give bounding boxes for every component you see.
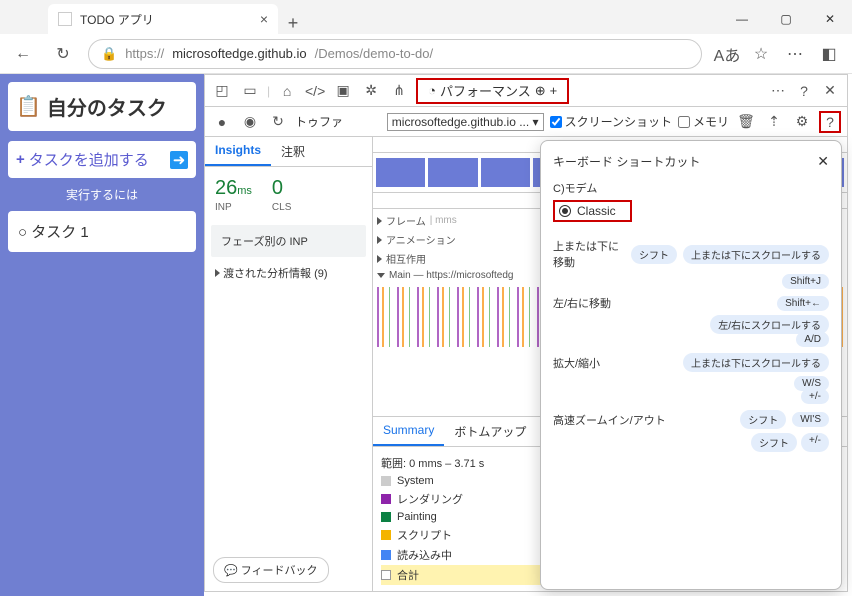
shortcut-row-horiz: 左/右に移動 Shift+←	[553, 295, 829, 311]
device-icon[interactable]: ▭	[239, 80, 261, 102]
browser-tab[interactable]: TODO アプリ ×	[48, 4, 278, 34]
inp-metric: 26ms INP	[215, 177, 252, 213]
popup-title: キーボード ショートカット	[553, 153, 700, 170]
perf-label: パフォーマンス	[440, 81, 531, 100]
radio-icon	[559, 205, 571, 217]
perf-badge: ⊕	[535, 83, 546, 99]
record-icon[interactable]: ●	[211, 111, 233, 133]
more-tools-icon[interactable]: ⋯	[767, 80, 789, 102]
app-title: 自分のタスク	[47, 92, 167, 121]
add-task-button[interactable]: + タスクを追加する ➜	[8, 141, 196, 178]
task-radio[interactable]: ○	[18, 224, 27, 241]
bottomup-tab[interactable]: ボトムアップ	[444, 417, 536, 446]
url-host: microsoftedge.github.io	[172, 46, 306, 61]
annotations-tab[interactable]: 注釈	[271, 137, 315, 166]
devtools-close-icon[interactable]: ✕	[819, 80, 841, 102]
todo-app: 📋 自分のタスク + タスクを追加する ➜ 実行するには ○ タスク 1	[0, 74, 204, 596]
close-button[interactable]: ✕	[808, 4, 852, 34]
menu-icon[interactable]: ⋯	[780, 39, 810, 69]
lock-icon: 🔒	[101, 46, 117, 62]
throttle-label[interactable]: トゥファ	[295, 113, 343, 130]
target-select[interactable]: microsoftedge.github.io ... ▾	[387, 113, 544, 131]
section-label: 実行するには	[8, 186, 196, 203]
window-controls: — ▢ ✕	[720, 4, 852, 34]
perf-plus[interactable]: +	[550, 83, 558, 98]
devtools-tabbar: ◰ ▭ | ⌂ </> ▣ ✲ ⋔ ◔ パフォーマンス ⊕ + ⋯ ? ✕	[205, 75, 847, 107]
task-label: タスク 1	[31, 224, 89, 241]
new-tab-button[interactable]: +	[278, 13, 308, 34]
add-task-label: タスクを追加する	[29, 149, 149, 170]
help-icon-outer[interactable]: ?	[793, 80, 815, 102]
classic-label: Classic	[577, 204, 616, 218]
perf-toolbar: ● ◉ ↻ トゥファ microsoftedge.github.io ... ▾…	[205, 107, 847, 137]
task-item[interactable]: ○ タスク 1	[8, 211, 196, 252]
tab-close-icon[interactable]: ×	[260, 11, 268, 27]
summary-tab[interactable]: Summary	[373, 417, 444, 446]
url-path: /Demos/demo-to-do/	[315, 46, 434, 61]
back-button[interactable]: ←	[8, 39, 38, 69]
trash-icon[interactable]: 🗑	[735, 111, 757, 133]
performance-tab[interactable]: ◔ パフォーマンス ⊕ +	[416, 78, 569, 104]
app-header: 📋 自分のタスク	[8, 82, 196, 131]
welcome-icon[interactable]: ⌂	[276, 80, 298, 102]
tab-favicon	[58, 12, 72, 26]
memory-checkbox[interactable]: メモリ	[678, 113, 729, 130]
submit-icon[interactable]: ➜	[170, 151, 188, 169]
sources-icon[interactable]: ✲	[360, 80, 382, 102]
feedback-button[interactable]: 💬 フィードバック	[213, 557, 329, 583]
classic-radio[interactable]: Classic	[553, 200, 632, 222]
sidebar-icon[interactable]: ◧	[814, 39, 844, 69]
modem-label: C)モデム	[553, 180, 829, 196]
elements-icon[interactable]: </>	[304, 80, 326, 102]
clipboard-icon: 📋	[16, 94, 41, 119]
passed-insights[interactable]: 渡された分析情報 (9)	[205, 259, 372, 287]
cls-metric: 0 CLS	[272, 177, 291, 213]
refresh-button[interactable]: ↻	[48, 39, 78, 69]
shortcut-row-fastzoom: 高速ズームイン/アウト シフト WI'S	[553, 410, 829, 429]
shortcuts-help-icon[interactable]: ?	[819, 111, 841, 133]
url-prefix: https://	[125, 46, 164, 61]
window-titlebar: TODO アプリ × + — ▢ ✕	[0, 0, 852, 34]
network-icon[interactable]: ⋔	[388, 80, 410, 102]
address-bar: ← ↻ 🔒 https:// microsoftedge.github.io/De…	[0, 34, 852, 74]
screenshot-checkbox[interactable]: スクリーンショット	[550, 113, 672, 130]
reading-mode-icon[interactable]: Aあ	[712, 39, 742, 69]
popup-close-icon[interactable]: ✕	[817, 153, 829, 170]
minimize-button[interactable]: —	[720, 4, 764, 34]
maximize-button[interactable]: ▢	[764, 4, 808, 34]
shortcut-row-vert: 上または下に移動 シフト 上または下にスクロールする	[553, 238, 829, 270]
favorite-icon[interactable]: ☆	[746, 39, 776, 69]
reload-record-icon[interactable]: ↻	[267, 111, 289, 133]
settings-icon[interactable]: ⚙	[791, 111, 813, 133]
perf-icon: ◔	[428, 83, 436, 98]
upload-icon[interactable]: ⇡	[763, 111, 785, 133]
url-field[interactable]: 🔒 https:// microsoftedge.github.io/Demos/…	[88, 39, 702, 69]
insights-tab[interactable]: Insights	[205, 137, 271, 166]
tab-title: TODO アプリ	[80, 11, 154, 28]
console-icon[interactable]: ▣	[332, 80, 354, 102]
insights-pane: Insights 注釈 26ms INP 0 CLS フェーズ別の INP 渡さ…	[205, 137, 373, 591]
stop-icon[interactable]: ◉	[239, 111, 261, 133]
shortcuts-popup: キーボード ショートカット ✕ C)モデム Classic 上または下に移動 シ…	[540, 140, 842, 590]
chat-icon: 💬	[224, 565, 238, 577]
inp-phase-row[interactable]: フェーズ別の INP	[211, 225, 366, 257]
shortcut-row-zoom: 拡大/縮小 上または下にスクロールする	[553, 353, 829, 372]
inspect-icon[interactable]: ◰	[211, 80, 233, 102]
